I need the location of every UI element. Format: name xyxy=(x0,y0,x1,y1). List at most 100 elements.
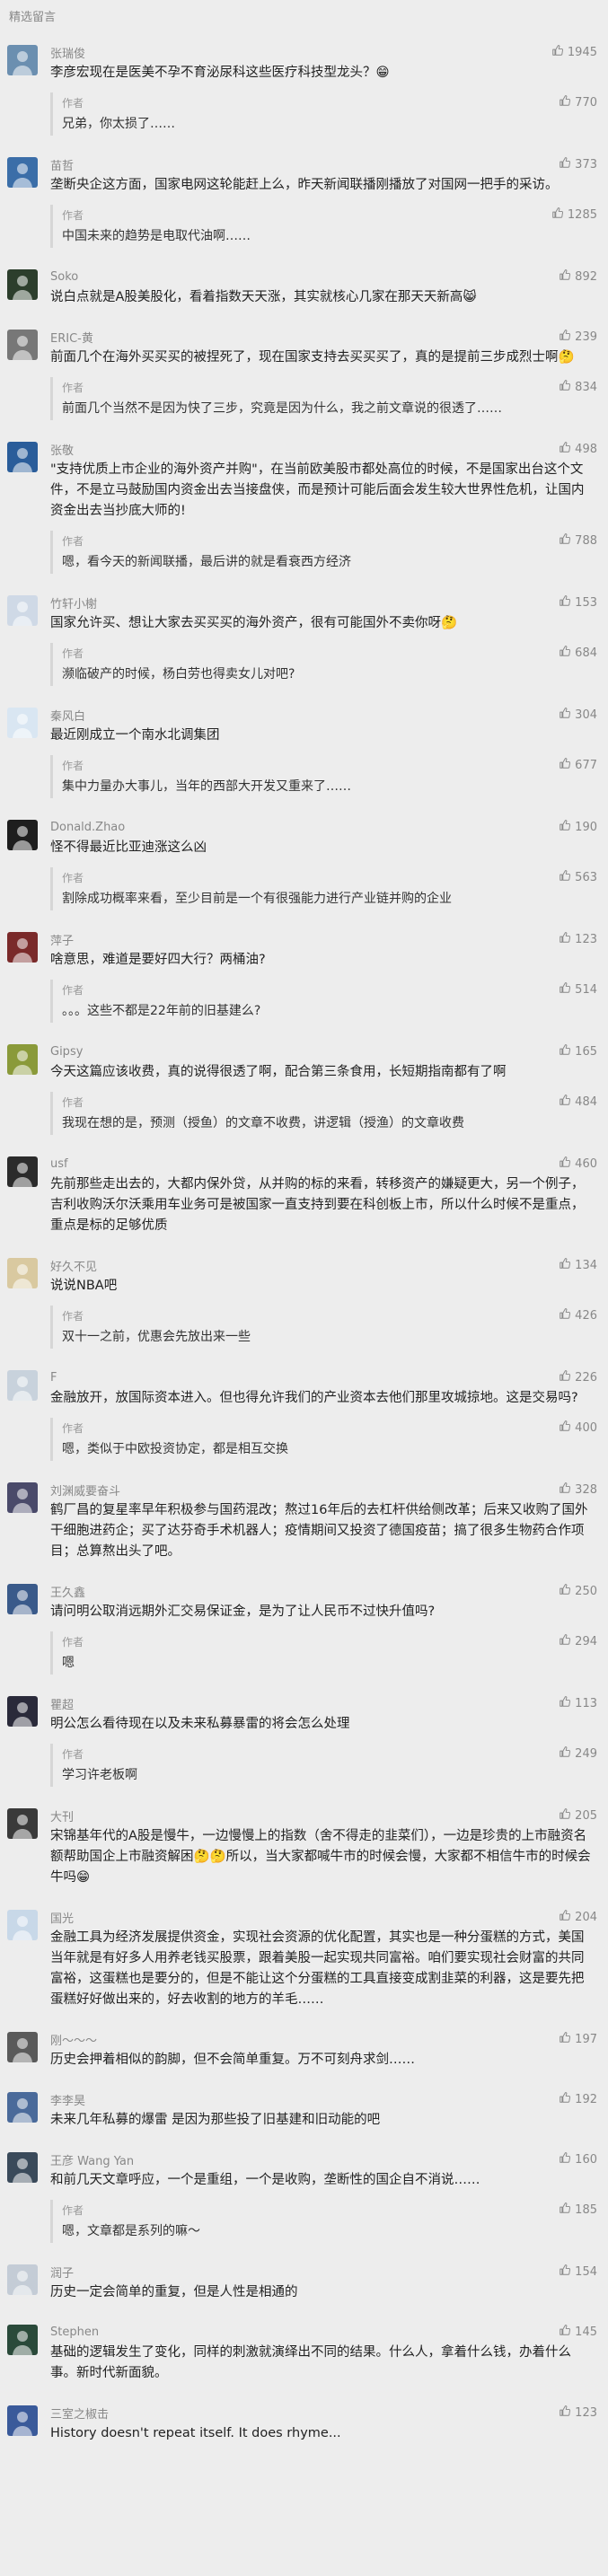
user-avatar[interactable] xyxy=(7,2325,38,2355)
like-button[interactable]: 160 xyxy=(559,2151,597,2167)
like-button[interactable]: 123 xyxy=(559,931,597,947)
reply-like-button[interactable]: 294 xyxy=(559,1633,597,1649)
comment-item: Donald.Zhao 190 怪不得最近比亚迪涨这么凶 作者 563 割除成功概率来看，… xyxy=(0,807,608,919)
commenter-name[interactable]: 王久鑫 xyxy=(50,1583,85,1600)
user-avatar[interactable] xyxy=(7,1482,38,1513)
reply-author-label: 作者 xyxy=(62,381,84,394)
user-avatar[interactable] xyxy=(7,1584,38,1614)
like-button[interactable]: 145 xyxy=(559,2324,597,2340)
like-button[interactable]: 328 xyxy=(559,1481,597,1498)
commenter-name[interactable]: Soko xyxy=(50,270,78,284)
user-avatar[interactable] xyxy=(7,2405,38,2436)
user-avatar[interactable] xyxy=(7,442,38,472)
reply-like-button[interactable]: 770 xyxy=(559,94,597,110)
thumbs-up-icon xyxy=(559,757,575,773)
like-button[interactable]: 197 xyxy=(559,2031,597,2047)
user-avatar[interactable] xyxy=(7,2264,38,2295)
reply-like-count: 249 xyxy=(575,1746,597,1761)
reply-like-button[interactable]: 514 xyxy=(559,981,597,998)
reply-like-button[interactable]: 684 xyxy=(559,645,597,661)
reply-like-button[interactable]: 677 xyxy=(559,757,597,773)
like-button[interactable]: 153 xyxy=(559,594,597,611)
user-avatar[interactable] xyxy=(7,45,38,75)
user-avatar[interactable] xyxy=(7,2152,38,2183)
reply-text: 中国未来的趋势是电取代油啊…… xyxy=(62,229,251,243)
like-button[interactable]: 1945 xyxy=(551,44,597,60)
user-avatar[interactable] xyxy=(7,595,38,626)
reply-text: 嗯，类似于中欧投资协定，都是相互交换 xyxy=(62,1442,288,1456)
reply-like-button[interactable]: 249 xyxy=(559,1745,597,1762)
user-avatar[interactable] xyxy=(7,820,38,850)
commenter-name[interactable]: 萍子 xyxy=(50,931,74,948)
like-button[interactable]: 113 xyxy=(559,1695,597,1711)
reply-like-count: 426 xyxy=(575,1308,597,1323)
commenter-name[interactable]: usf xyxy=(50,1157,68,1171)
commenter-name[interactable]: 好久不见 xyxy=(50,1257,97,1274)
like-button[interactable]: 498 xyxy=(559,441,597,457)
like-button[interactable]: 190 xyxy=(559,819,597,835)
user-avatar[interactable] xyxy=(7,2032,38,2062)
commenter-name[interactable]: 竹轩小榭 xyxy=(50,594,97,611)
user-avatar[interactable] xyxy=(7,932,38,963)
reply-like-count: 294 xyxy=(575,1634,597,1648)
like-button[interactable]: 239 xyxy=(559,329,597,345)
reply-like-button[interactable]: 1285 xyxy=(551,207,597,223)
commenter-name[interactable]: 大刊 xyxy=(50,1807,74,1824)
like-button[interactable]: 373 xyxy=(559,156,597,172)
like-button[interactable]: 134 xyxy=(559,1257,597,1273)
user-avatar[interactable] xyxy=(7,708,38,738)
like-button[interactable]: 304 xyxy=(559,707,597,723)
commenter-name[interactable]: 张敬 xyxy=(50,441,74,458)
like-button[interactable]: 204 xyxy=(559,1909,597,1925)
like-button[interactable]: 226 xyxy=(559,1369,597,1385)
user-avatar[interactable] xyxy=(7,269,38,300)
like-button[interactable]: 123 xyxy=(559,2405,597,2421)
reply-like-button[interactable]: 788 xyxy=(559,532,597,549)
like-button[interactable]: 154 xyxy=(559,2264,597,2280)
reply-like-count: 677 xyxy=(575,758,597,772)
user-avatar[interactable] xyxy=(7,1156,38,1187)
user-avatar[interactable] xyxy=(7,1258,38,1288)
user-avatar[interactable] xyxy=(7,1910,38,1940)
like-button[interactable]: 192 xyxy=(559,2091,597,2107)
like-button[interactable]: 250 xyxy=(559,1583,597,1599)
commenter-name[interactable]: 刘渊威要奋斗 xyxy=(50,1481,120,1499)
reply-like-button[interactable]: 563 xyxy=(559,869,597,885)
commenter-name[interactable]: 国光 xyxy=(50,1909,74,1926)
thumbs-up-icon xyxy=(559,329,575,345)
reply-like-button[interactable]: 484 xyxy=(559,1094,597,1110)
user-avatar[interactable] xyxy=(7,1808,38,1839)
commenter-name[interactable]: 李李昊 xyxy=(50,2091,85,2108)
like-button[interactable]: 165 xyxy=(559,1043,597,1059)
comment-text: History doesn't repeat itself. It does r… xyxy=(50,2426,341,2440)
commenter-name[interactable]: 秦风白 xyxy=(50,707,85,724)
commenter-name[interactable]: ERIC-黄 xyxy=(50,329,93,346)
commenter-name[interactable]: 三室之椒击 xyxy=(50,2405,109,2422)
commenter-name[interactable]: 王彦 Wang Yan xyxy=(50,2151,134,2168)
user-avatar[interactable] xyxy=(7,2092,38,2123)
commenter-name[interactable]: Donald.Zhao xyxy=(50,821,125,834)
comment-text: 历史一定会简单的重复，但是人性是相通的 xyxy=(50,2285,298,2299)
commenter-name[interactable]: 张瑞俊 xyxy=(50,44,85,61)
commenter-name[interactable]: Stephen xyxy=(50,2325,99,2339)
commenter-name[interactable]: 润子 xyxy=(50,2264,74,2281)
commenter-name[interactable]: F xyxy=(50,1371,57,1385)
user-avatar[interactable] xyxy=(7,157,38,188)
user-avatar[interactable] xyxy=(7,1370,38,1401)
user-avatar[interactable] xyxy=(7,330,38,360)
comment-header: 刚～～～ 197 xyxy=(50,2030,597,2048)
reply-like-button[interactable]: 426 xyxy=(559,1307,597,1323)
commenter-name[interactable]: 瞿超 xyxy=(50,1695,74,1712)
reply-like-button[interactable]: 185 xyxy=(559,2202,597,2218)
like-button[interactable]: 205 xyxy=(559,1807,597,1824)
author-reply: 作者 185 嗯，文章都是系列的嘛～ xyxy=(50,2200,597,2243)
reply-like-button[interactable]: 400 xyxy=(559,1420,597,1436)
commenter-name[interactable]: Gipsy xyxy=(50,1045,83,1059)
like-button[interactable]: 460 xyxy=(559,1156,597,1172)
like-button[interactable]: 892 xyxy=(559,268,597,285)
user-avatar[interactable] xyxy=(7,1696,38,1727)
commenter-name[interactable]: 刚～～～ xyxy=(50,2031,97,2048)
commenter-name[interactable]: 苗哲 xyxy=(50,156,74,173)
reply-like-button[interactable]: 834 xyxy=(559,379,597,395)
user-avatar[interactable] xyxy=(7,1044,38,1075)
